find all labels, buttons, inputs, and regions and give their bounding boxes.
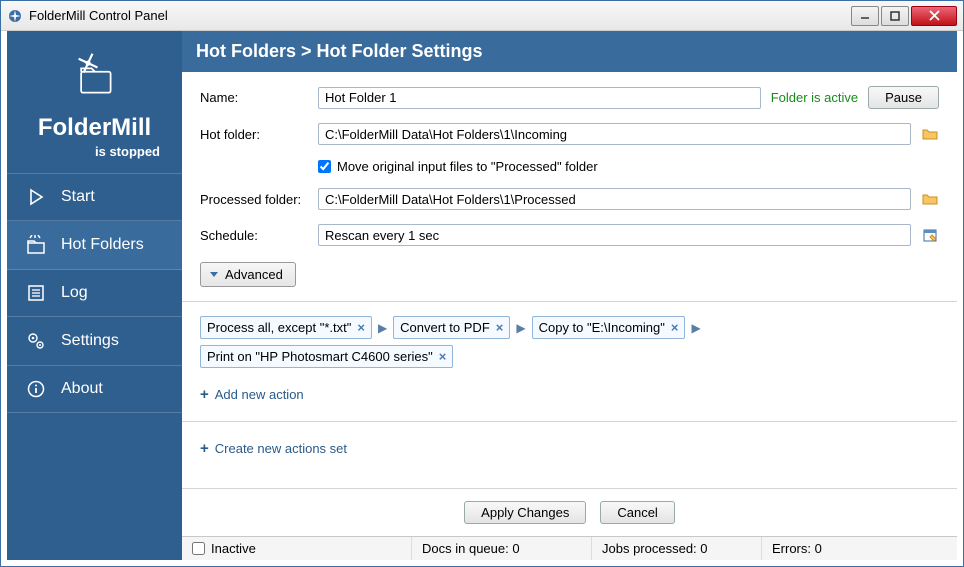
divider xyxy=(182,421,957,422)
move-processed-label: Move original input files to "Processed"… xyxy=(337,159,598,174)
action-chip[interactable]: Convert to PDF × xyxy=(393,316,510,339)
nav-label: Hot Folders xyxy=(61,236,144,254)
statusbar: Inactive Docs in queue: 0 Jobs processed… xyxy=(182,536,957,560)
nav-start[interactable]: Start xyxy=(7,173,182,221)
arrow-icon: ▶ xyxy=(516,321,525,335)
action-chip[interactable]: Copy to "E:\Incoming" × xyxy=(532,316,686,339)
log-icon xyxy=(25,284,47,302)
status-jobs: Jobs processed: 0 xyxy=(592,537,762,560)
apply-button[interactable]: Apply Changes xyxy=(464,501,586,524)
create-set-label: Create new actions set xyxy=(215,441,347,456)
sidebar: FolderMill is stopped Start Hot Folders … xyxy=(7,31,182,560)
nav-label: Start xyxy=(61,188,95,206)
inactive-label: Inactive xyxy=(211,541,256,556)
chip-label: Process all, except "*.txt" xyxy=(207,320,351,335)
nav-about[interactable]: About xyxy=(7,366,182,413)
add-action-label: Add new action xyxy=(215,387,304,402)
titlebar: FolderMill Control Panel xyxy=(1,1,963,31)
app-window: FolderMill Control Panel FolderMill xyxy=(0,0,964,567)
chip-label: Print on "HP Photosmart C4600 series" xyxy=(207,349,433,364)
hotfolder-input[interactable] xyxy=(318,123,911,145)
browse-folder-icon[interactable] xyxy=(921,125,939,143)
cancel-button[interactable]: Cancel xyxy=(600,501,674,524)
spacer xyxy=(200,475,939,480)
arrow-icon: ▶ xyxy=(691,321,700,335)
window-body: FolderMill is stopped Start Hot Folders … xyxy=(1,31,963,566)
nav-label: Log xyxy=(61,284,88,302)
content: Name: Folder is active Pause Hot folder:… xyxy=(182,72,957,488)
chip-remove-icon[interactable]: × xyxy=(496,320,504,335)
hotfolder-label: Hot folder: xyxy=(200,127,308,142)
minimize-button[interactable] xyxy=(851,6,879,26)
status-errors: Errors: 0 xyxy=(762,537,957,560)
arrow-icon: ▶ xyxy=(378,321,387,335)
chip-remove-icon[interactable]: × xyxy=(357,320,365,335)
app-icon xyxy=(7,8,23,24)
divider xyxy=(182,301,957,302)
chip-remove-icon[interactable]: × xyxy=(671,320,679,335)
nav-hot-folders[interactable]: Hot Folders xyxy=(7,221,182,270)
advanced-label: Advanced xyxy=(225,267,283,282)
service-status: is stopped xyxy=(7,142,182,173)
inactive-checkbox[interactable] xyxy=(192,542,205,555)
browse-processed-icon[interactable] xyxy=(921,190,939,208)
hotfolder-row: Hot folder: xyxy=(200,123,939,145)
window-buttons xyxy=(851,6,957,26)
schedule-row: Schedule: xyxy=(200,224,939,246)
action-chip[interactable]: Process all, except "*.txt" × xyxy=(200,316,372,339)
move-processed-checkbox[interactable] xyxy=(318,160,331,173)
name-label: Name: xyxy=(200,90,308,105)
folder-status: Folder is active xyxy=(771,90,858,105)
add-action-link[interactable]: + Add new action xyxy=(200,382,939,407)
action-chip[interactable]: Print on "HP Photosmart C4600 series" × xyxy=(200,345,453,368)
brand-name: FolderMill xyxy=(7,114,182,142)
action-chain: Process all, except "*.txt" × ▶ Convert t… xyxy=(200,316,939,368)
move-processed-row: Move original input files to "Processed"… xyxy=(318,159,939,174)
name-input[interactable] xyxy=(318,87,761,109)
create-set-link[interactable]: + Create new actions set xyxy=(200,436,939,461)
plus-icon: + xyxy=(200,440,209,457)
processed-row: Processed folder: xyxy=(200,188,939,210)
chevron-down-icon xyxy=(209,267,219,282)
chip-label: Copy to "E:\Incoming" xyxy=(539,320,665,335)
processed-input[interactable] xyxy=(318,188,911,210)
footer-buttons: Apply Changes Cancel xyxy=(182,488,957,536)
schedule-input[interactable] xyxy=(318,224,911,246)
chip-remove-icon[interactable]: × xyxy=(439,349,447,364)
chip-label: Convert to PDF xyxy=(400,320,490,335)
status-docs: Docs in queue: 0 xyxy=(412,537,592,560)
advanced-button[interactable]: Advanced xyxy=(200,262,296,287)
edit-schedule-icon[interactable] xyxy=(921,226,939,244)
plus-icon: + xyxy=(200,386,209,403)
nav-label: Settings xyxy=(61,332,119,350)
pause-button[interactable]: Pause xyxy=(868,86,939,109)
nav-log[interactable]: Log xyxy=(7,270,182,317)
nav-label: About xyxy=(61,380,103,398)
window-title: FolderMill Control Panel xyxy=(29,8,851,23)
hot-folder-icon xyxy=(25,235,47,255)
processed-label: Processed folder: xyxy=(200,192,308,207)
breadcrumb: Hot Folders > Hot Folder Settings xyxy=(182,31,957,72)
gear-icon xyxy=(25,331,47,351)
nav-settings[interactable]: Settings xyxy=(7,317,182,366)
nav: Start Hot Folders Log Settings About xyxy=(7,173,182,413)
main-panel: Hot Folders > Hot Folder Settings Name: … xyxy=(182,31,957,560)
name-row: Name: Folder is active Pause xyxy=(200,86,939,109)
info-icon xyxy=(25,380,47,398)
logo-icon xyxy=(7,45,182,110)
status-inactive: Inactive xyxy=(182,537,412,560)
maximize-button[interactable] xyxy=(881,6,909,26)
play-icon xyxy=(25,188,47,206)
close-button[interactable] xyxy=(911,6,957,26)
schedule-label: Schedule: xyxy=(200,228,308,243)
